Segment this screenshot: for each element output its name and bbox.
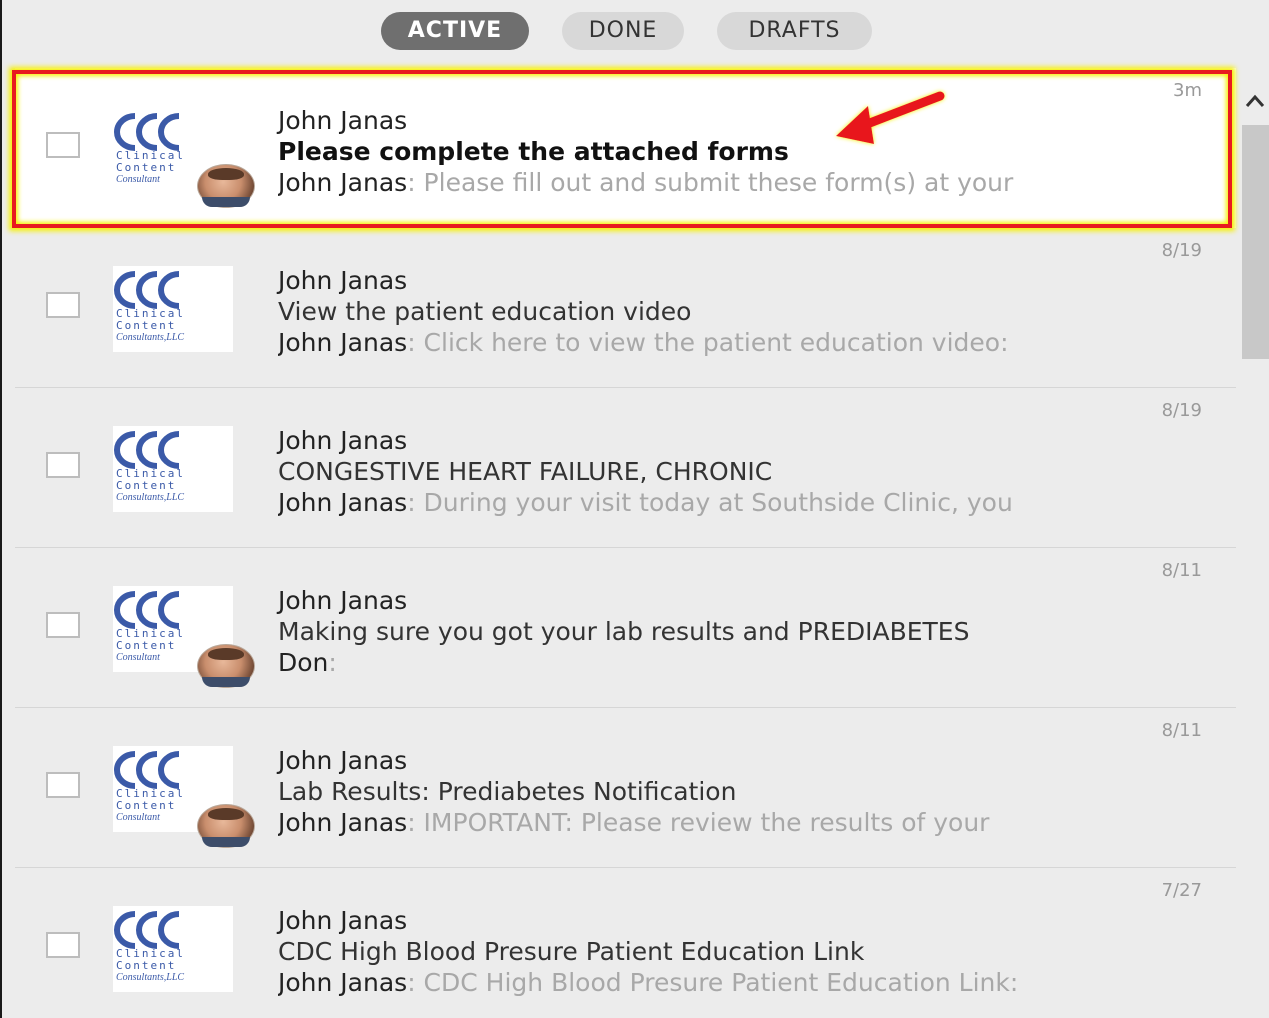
message-preview: John Janas: Click here to view the patie… <box>278 328 1009 357</box>
message-sender: John Janas <box>278 266 408 295</box>
message-time: 8/19 <box>1161 400 1202 421</box>
message-row[interactable]: Clinical Content Consultant John Janas L… <box>15 708 1236 868</box>
message-subject: Making sure you got your lab results and… <box>278 617 970 646</box>
message-checkbox[interactable] <box>46 612 80 638</box>
scrollbar[interactable] <box>1238 68 1269 1018</box>
message-preview: John Janas: During your visit today at S… <box>278 488 1013 517</box>
message-subject: Please complete the attached forms <box>278 137 789 166</box>
message-time: 3m <box>1173 80 1202 101</box>
message-time: 8/11 <box>1161 720 1202 741</box>
tab-done[interactable]: DONE <box>562 12 684 50</box>
tab-active[interactable]: ACTIVE <box>381 12 529 50</box>
message-row[interactable]: Clinical Content Consultants,LLC John Ja… <box>15 868 1236 1018</box>
message-checkbox[interactable] <box>46 452 80 478</box>
tab-drafts[interactable]: DRAFTS <box>717 12 872 50</box>
message-sender: John Janas <box>278 586 408 615</box>
sender-avatar <box>197 164 255 208</box>
message-row[interactable]: Clinical Content Consultant John Janas P… <box>15 68 1236 228</box>
message-preview: John Janas: IMPORTANT: Please review the… <box>278 808 990 837</box>
message-list: Clinical Content Consultant John Janas P… <box>15 68 1236 1018</box>
message-row[interactable]: Clinical Content Consultants,LLC John Ja… <box>15 228 1236 388</box>
clinic-logo: Clinical Content Consultants,LLC <box>113 906 233 992</box>
message-time: 7/27 <box>1161 880 1202 901</box>
message-preview: Don: <box>278 648 337 677</box>
message-row[interactable]: Clinical Content Consultant John Janas M… <box>15 548 1236 708</box>
message-sender: John Janas <box>278 906 408 935</box>
message-time: 8/11 <box>1161 560 1202 581</box>
message-subject: Lab Results: Prediabetes Notification <box>278 777 737 806</box>
message-subject: View the patient education video <box>278 297 692 326</box>
message-sender: John Janas <box>278 106 408 135</box>
message-checkbox[interactable] <box>46 292 80 318</box>
message-checkbox[interactable] <box>46 132 80 158</box>
messages-panel: ACTIVE DONE DRAFTS Clinical Content Cons… <box>0 0 1269 1018</box>
clinic-logo: Clinical Content Consultants,LLC <box>113 266 233 352</box>
message-sender: John Janas <box>278 426 408 455</box>
message-checkbox[interactable] <box>46 772 80 798</box>
scrollbar-thumb[interactable] <box>1242 125 1269 359</box>
sender-avatar <box>197 644 255 688</box>
message-time: 8/19 <box>1161 240 1202 261</box>
message-preview: John Janas: Please fill out and submit t… <box>278 168 1014 197</box>
sender-avatar <box>197 804 255 848</box>
message-tabs: ACTIVE DONE DRAFTS <box>2 0 1269 66</box>
chevron-up-icon[interactable] <box>1244 92 1266 110</box>
message-subject: CDC High Blood Presure Patient Education… <box>278 937 865 966</box>
message-preview: John Janas: CDC High Blood Presure Patie… <box>278 968 1019 997</box>
message-sender: John Janas <box>278 746 408 775</box>
clinic-logo: Clinical Content Consultants,LLC <box>113 426 233 512</box>
message-row[interactable]: Clinical Content Consultants,LLC John Ja… <box>15 388 1236 548</box>
message-checkbox[interactable] <box>46 932 80 958</box>
message-subject: CONGESTIVE HEART FAILURE, CHRONIC <box>278 457 773 486</box>
